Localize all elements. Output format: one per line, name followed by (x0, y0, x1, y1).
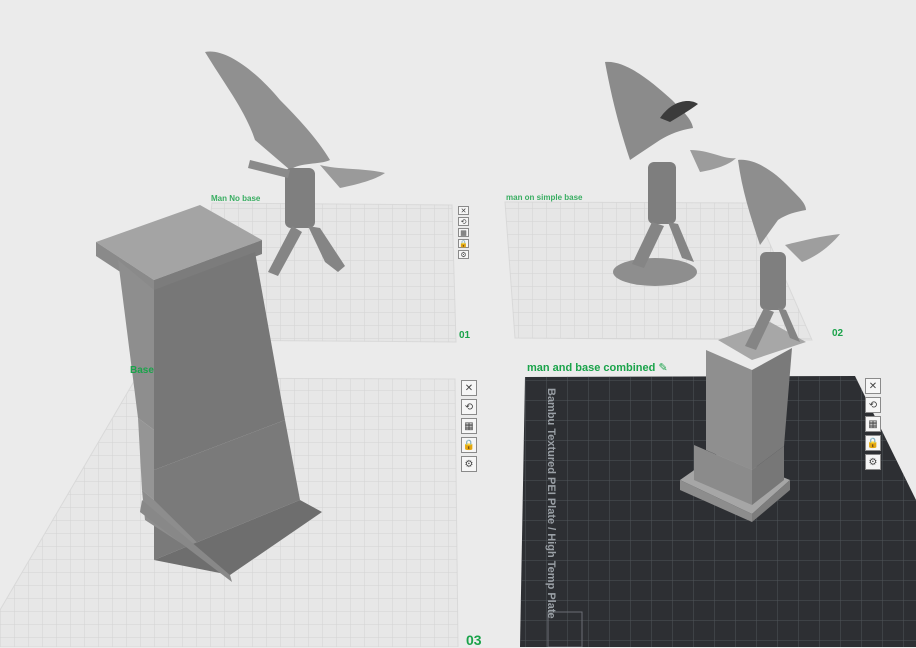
plate-03-name[interactable]: Base (130, 365, 154, 376)
lock-icon[interactable]: 🔒 (461, 437, 477, 453)
3d-viewport[interactable]: Bambu Textured PEI Plate / High Temp Pla… (0, 0, 916, 647)
build-plate-text: Bambu Textured PEI Plate / High Temp Pla… (545, 388, 557, 619)
plate-04-name[interactable]: man and base combined ✎ (527, 361, 668, 374)
edit-name-icon[interactable]: ✎ (658, 361, 667, 374)
plate-03-number: 03 (466, 632, 482, 648)
lock-icon[interactable]: 🔒 (865, 435, 881, 451)
plate-01-toolbar: ✕ ⟲ ▦ 🔒 ⚙ (458, 206, 469, 261)
settings-icon[interactable]: ⚙ (458, 250, 469, 259)
settings-icon[interactable]: ⚙ (865, 454, 881, 470)
plate-02-number: 02 (832, 328, 844, 339)
plate-02-name[interactable]: man on simple base (506, 193, 582, 202)
auto-orient-icon[interactable]: ⟲ (865, 397, 881, 413)
close-icon[interactable]: ✕ (458, 206, 469, 215)
plate-01-name[interactable]: Man No base (211, 194, 260, 203)
close-icon[interactable]: ✕ (865, 378, 881, 394)
plate-01-number: 01 (459, 330, 471, 341)
plate-04-toolbar: ✕ ⟲ ▦ 🔒 ⚙ (865, 378, 881, 473)
arrange-icon[interactable]: ▦ (461, 418, 477, 434)
arrange-icon[interactable]: ▦ (865, 416, 881, 432)
arrange-icon[interactable]: ▦ (458, 228, 469, 237)
auto-orient-icon[interactable]: ⟲ (458, 217, 469, 226)
close-icon[interactable]: ✕ (461, 380, 477, 396)
lock-icon[interactable]: 🔒 (458, 239, 469, 248)
settings-icon[interactable]: ⚙ (461, 456, 477, 472)
auto-orient-icon[interactable]: ⟲ (461, 399, 477, 415)
plate-03-toolbar: ✕ ⟲ ▦ 🔒 ⚙ (461, 380, 477, 475)
